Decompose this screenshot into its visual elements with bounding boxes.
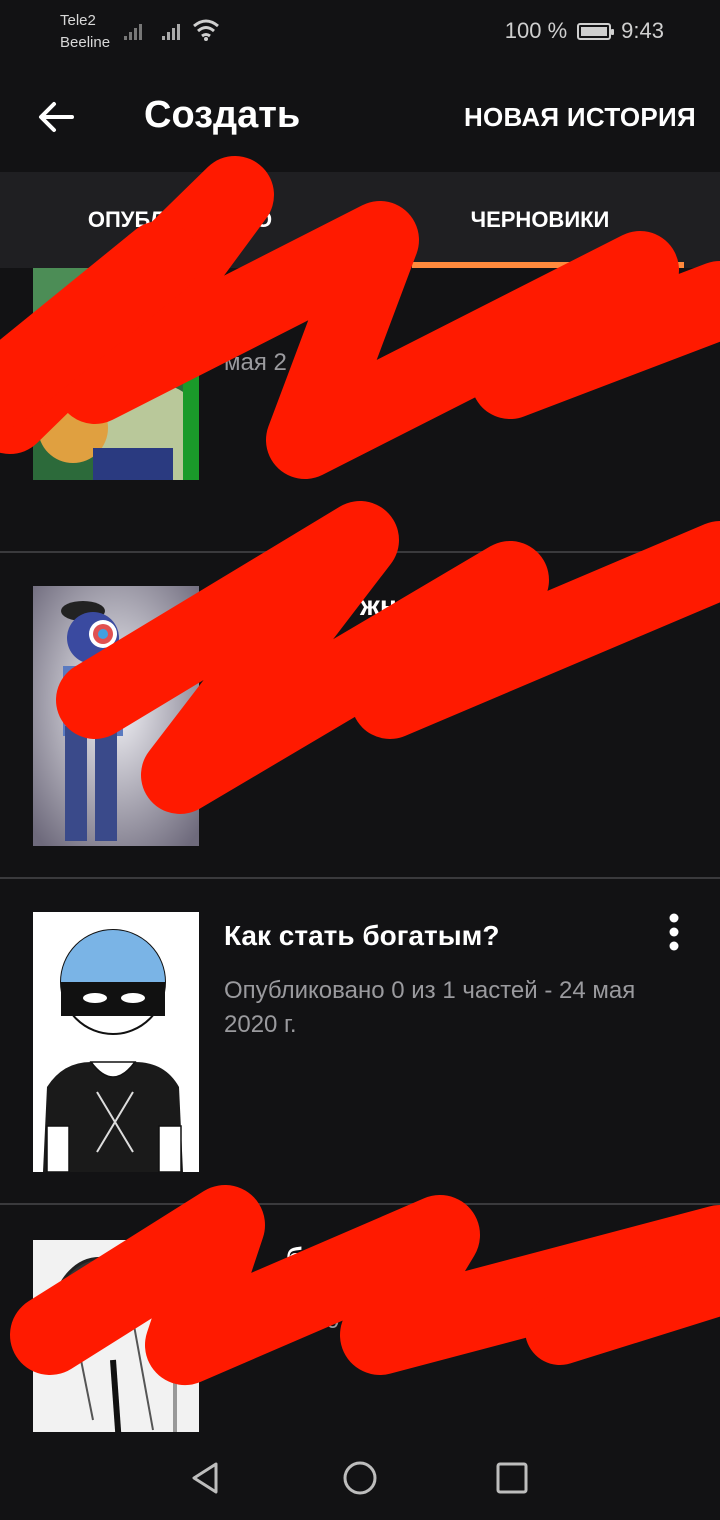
story-title: бит — [286, 1242, 335, 1273]
story-meta: 0 из 1 частей - 24 — [410, 619, 605, 646]
story-meta-date: 2020 — [286, 1307, 340, 1334]
story-meta: - 24 — [600, 1273, 642, 1300]
battery-icon — [577, 22, 615, 40]
page-title: Создать — [144, 94, 301, 136]
story-cover-image — [33, 268, 199, 480]
wifi-icon — [193, 19, 219, 41]
list-item[interactable]: Как стать богатым? Опубликовано 0 из 1 ч… — [0, 880, 720, 1205]
story-meta: Опубликовано 0 из 1 частей - 24 мая 2020… — [224, 977, 636, 1038]
nav-home-icon[interactable] — [340, 1458, 380, 1498]
app-bar: Создать НОВАЯ ИСТОРИЯ — [0, 64, 720, 172]
tab-bar: ОПУБЛИ О ЧЕРНОВИКИ — [0, 172, 720, 268]
story-meta-fragment-tail: и - 24 — [530, 315, 593, 342]
list-item[interactable]: жн 0 из 1 частей - 24 — [0, 554, 720, 879]
status-right: 100 % 9:43 — [505, 18, 664, 44]
new-story-button[interactable]: НОВАЯ ИСТОРИЯ — [464, 102, 696, 133]
nav-back-icon[interactable] — [186, 1458, 226, 1498]
system-nav-bar — [0, 1432, 720, 1520]
story-meta: но 0 и - 24 мая 2 — [224, 312, 684, 380]
more-options-icon[interactable] — [668, 912, 680, 952]
story-list[interactable]: но 0 и - 24 мая 2 жн 0 из 1 частей - 24 К… — [0, 268, 720, 1432]
story-cover-image — [33, 912, 199, 1172]
nav-recents-icon[interactable] — [492, 1458, 532, 1498]
signal-icon — [162, 24, 180, 40]
tab-published[interactable]: ОПУБЛИ О — [0, 172, 360, 268]
story-cover-image — [33, 1240, 199, 1432]
story-meta-fragment: но 0 — [324, 315, 371, 342]
battery-percent: 100 % — [504, 18, 568, 43]
story-cover-image — [33, 586, 199, 846]
status-bar: Tele2 Beeline 100 % 9:43 — [0, 0, 720, 64]
signal-icon — [124, 24, 142, 40]
back-arrow-icon[interactable] — [36, 97, 76, 137]
carrier-1: Tele2 — [60, 12, 96, 29]
list-item[interactable]: бит - 24 2020 — [0, 1206, 720, 1432]
carrier-labels: Tele2 Beeline — [60, 10, 110, 54]
list-item[interactable]: но 0 и - 24 мая 2 — [0, 268, 720, 553]
carrier-2: Beeline — [60, 34, 111, 51]
tab-drafts[interactable]: ЧЕРНОВИКИ — [360, 172, 720, 268]
story-title: Как стать богатым? — [224, 920, 500, 951]
tab-published-label-end: О — [255, 207, 273, 232]
tab-drafts-label: ЧЕРНОВИКИ — [470, 207, 610, 232]
story-title: жн — [360, 590, 397, 621]
clock: 9:43 — [621, 18, 664, 43]
story-meta-date: мая 2 — [224, 349, 287, 376]
tab-published-label: ОПУБЛИ — [87, 207, 181, 232]
